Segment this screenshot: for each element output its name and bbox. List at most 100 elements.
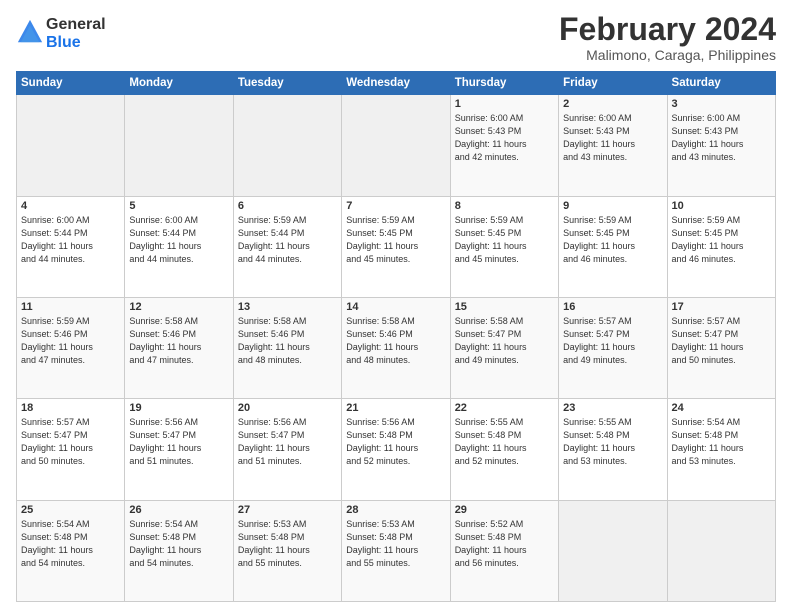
calendar-cell: 23 Sunrise: 5:55 AM Sunset: 5:48 PM Dayli…	[559, 399, 667, 500]
day-number: 23	[563, 402, 662, 414]
calendar-header: SundayMondayTuesdayWednesdayThursdayFrid…	[17, 72, 776, 95]
day-number: 19	[129, 402, 228, 414]
day-info: Sunrise: 5:58 AM Sunset: 5:46 PM Dayligh…	[129, 315, 228, 367]
header-cell: Thursday	[450, 72, 558, 95]
day-number: 15	[455, 301, 554, 313]
calendar-cell: 11 Sunrise: 5:59 AM Sunset: 5:46 PM Dayli…	[17, 297, 125, 398]
calendar-cell: 25Sunrise: 5:54 AM Sunset: 5:48 PM Dayli…	[17, 500, 125, 601]
logo: General Blue	[16, 16, 106, 51]
day-info: Sunrise: 6:00 AM Sunset: 5:43 PM Dayligh…	[455, 112, 554, 164]
header-cell: Sunday	[17, 72, 125, 95]
day-info: Sunrise: 5:57 AM Sunset: 5:47 PM Dayligh…	[21, 416, 120, 468]
day-number: 22	[455, 402, 554, 414]
header-cell: Monday	[125, 72, 233, 95]
day-number: 21	[346, 402, 445, 414]
calendar-week-row: 18 Sunrise: 5:57 AM Sunset: 5:47 PM Dayli…	[17, 399, 776, 500]
day-info: Sunrise: 5:58 AM Sunset: 5:46 PM Dayligh…	[238, 315, 337, 367]
calendar-table: SundayMondayTuesdayWednesdayThursdayFrid…	[16, 71, 776, 602]
calendar-cell	[342, 95, 450, 196]
title-section: February 2024 Malimono, Caraga, Philippi…	[559, 12, 776, 63]
calendar-cell: 2 Sunrise: 6:00 AM Sunset: 5:43 PM Daylig…	[559, 95, 667, 196]
day-number: 2	[563, 98, 662, 110]
calendar-cell: 29 Sunrise: 5:52 AM Sunset: 5:48 PM Dayli…	[450, 500, 558, 601]
calendar-cell: 28 Sunrise: 5:53 AM Sunset: 5:48 PM Dayli…	[342, 500, 450, 601]
calendar-cell: 1 Sunrise: 6:00 AM Sunset: 5:43 PM Daylig…	[450, 95, 558, 196]
day-info: Sunrise: 5:53 AM Sunset: 5:48 PM Dayligh…	[238, 518, 337, 570]
header-cell: Tuesday	[233, 72, 341, 95]
calendar-cell: 17 Sunrise: 5:57 AM Sunset: 5:47 PM Dayli…	[667, 297, 775, 398]
calendar-cell: 16 Sunrise: 5:57 AM Sunset: 5:47 PM Dayli…	[559, 297, 667, 398]
calendar-cell: 3 Sunrise: 6:00 AM Sunset: 5:43 PM Daylig…	[667, 95, 775, 196]
calendar-cell: 15 Sunrise: 5:58 AM Sunset: 5:47 PM Dayli…	[450, 297, 558, 398]
day-info: Sunrise: 5:52 AM Sunset: 5:48 PM Dayligh…	[455, 518, 554, 570]
day-number: 17	[672, 301, 771, 313]
header-cell: Friday	[559, 72, 667, 95]
calendar-cell: 7Sunrise: 5:59 AM Sunset: 5:45 PM Daylig…	[342, 196, 450, 297]
main-title: February 2024	[559, 12, 776, 47]
calendar-cell: 13 Sunrise: 5:58 AM Sunset: 5:46 PM Dayli…	[233, 297, 341, 398]
day-number: 9	[563, 200, 662, 212]
day-number: 1	[455, 98, 554, 110]
day-info: Sunrise: 5:55 AM Sunset: 5:48 PM Dayligh…	[563, 416, 662, 468]
day-number: 11	[21, 301, 120, 313]
day-number: 20	[238, 402, 337, 414]
day-info: Sunrise: 6:00 AM Sunset: 5:44 PM Dayligh…	[21, 214, 120, 266]
day-info: Sunrise: 5:54 AM Sunset: 5:48 PM Dayligh…	[129, 518, 228, 570]
day-info: Sunrise: 5:57 AM Sunset: 5:47 PM Dayligh…	[563, 315, 662, 367]
calendar-cell: 14 Sunrise: 5:58 AM Sunset: 5:46 PM Dayli…	[342, 297, 450, 398]
logo-icon	[16, 18, 44, 46]
day-number: 16	[563, 301, 662, 313]
day-info: Sunrise: 5:56 AM Sunset: 5:47 PM Dayligh…	[129, 416, 228, 468]
day-number: 29	[455, 504, 554, 516]
day-info: Sunrise: 6:00 AM Sunset: 5:43 PM Dayligh…	[672, 112, 771, 164]
day-info: Sunrise: 5:57 AM Sunset: 5:47 PM Dayligh…	[672, 315, 771, 367]
day-info: Sunrise: 5:58 AM Sunset: 5:46 PM Dayligh…	[346, 315, 445, 367]
day-number: 25	[21, 504, 120, 516]
day-info: Sunrise: 5:59 AM Sunset: 5:44 PM Dayligh…	[238, 214, 337, 266]
day-info: Sunrise: 5:59 AM Sunset: 5:45 PM Dayligh…	[563, 214, 662, 266]
header-row: SundayMondayTuesdayWednesdayThursdayFrid…	[17, 72, 776, 95]
day-number: 6	[238, 200, 337, 212]
page: General Blue February 2024 Malimono, Car…	[0, 0, 792, 612]
calendar-cell: 9 Sunrise: 5:59 AM Sunset: 5:45 PM Daylig…	[559, 196, 667, 297]
day-number: 8	[455, 200, 554, 212]
day-number: 3	[672, 98, 771, 110]
calendar-cell: 18 Sunrise: 5:57 AM Sunset: 5:47 PM Dayli…	[17, 399, 125, 500]
day-number: 18	[21, 402, 120, 414]
day-number: 12	[129, 301, 228, 313]
day-number: 10	[672, 200, 771, 212]
day-number: 27	[238, 504, 337, 516]
calendar-body: 1 Sunrise: 6:00 AM Sunset: 5:43 PM Daylig…	[17, 95, 776, 602]
calendar-week-row: 11 Sunrise: 5:59 AM Sunset: 5:46 PM Dayli…	[17, 297, 776, 398]
logo-blue: Blue	[46, 34, 106, 52]
day-info: Sunrise: 5:53 AM Sunset: 5:48 PM Dayligh…	[346, 518, 445, 570]
day-info: Sunrise: 5:59 AM Sunset: 5:45 PM Dayligh…	[346, 214, 445, 266]
header: General Blue February 2024 Malimono, Car…	[16, 12, 776, 63]
calendar-week-row: 4 Sunrise: 6:00 AM Sunset: 5:44 PM Daylig…	[17, 196, 776, 297]
day-info: Sunrise: 5:55 AM Sunset: 5:48 PM Dayligh…	[455, 416, 554, 468]
logo-general: General	[46, 16, 106, 34]
calendar-cell: 12 Sunrise: 5:58 AM Sunset: 5:46 PM Dayli…	[125, 297, 233, 398]
day-number: 14	[346, 301, 445, 313]
calendar-cell	[559, 500, 667, 601]
day-info: Sunrise: 5:59 AM Sunset: 5:45 PM Dayligh…	[672, 214, 771, 266]
day-number: 4	[21, 200, 120, 212]
day-number: 26	[129, 504, 228, 516]
calendar-cell: 19 Sunrise: 5:56 AM Sunset: 5:47 PM Dayli…	[125, 399, 233, 500]
day-number: 24	[672, 402, 771, 414]
calendar-cell: 4 Sunrise: 6:00 AM Sunset: 5:44 PM Daylig…	[17, 196, 125, 297]
day-number: 28	[346, 504, 445, 516]
day-number: 13	[238, 301, 337, 313]
day-info: Sunrise: 6:00 AM Sunset: 5:43 PM Dayligh…	[563, 112, 662, 164]
calendar-cell	[17, 95, 125, 196]
calendar-cell: 27 Sunrise: 5:53 AM Sunset: 5:48 PM Dayli…	[233, 500, 341, 601]
logo-text: General Blue	[46, 16, 106, 51]
header-cell: Saturday	[667, 72, 775, 95]
day-info: Sunrise: 5:56 AM Sunset: 5:47 PM Dayligh…	[238, 416, 337, 468]
calendar-cell: 6 Sunrise: 5:59 AM Sunset: 5:44 PM Daylig…	[233, 196, 341, 297]
day-info: Sunrise: 5:59 AM Sunset: 5:46 PM Dayligh…	[21, 315, 120, 367]
calendar-cell	[667, 500, 775, 601]
calendar-week-row: 25 Sunrise: 5:54 AM Sunset: 5:48 PM Dayli…	[17, 500, 776, 601]
day-info: Sunrise: 5:58 AM Sunset: 5:47 PM Dayligh…	[455, 315, 554, 367]
calendar-cell: 24Sunrise: 5:54 AM Sunset: 5:48 PM Dayli…	[667, 399, 775, 500]
